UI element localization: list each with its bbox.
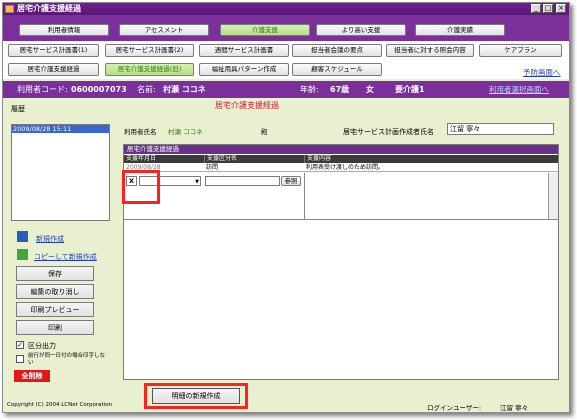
tab-care-plan[interactable]: ケアプラン — [479, 44, 562, 57]
copy-icon — [17, 249, 28, 260]
tab-meeting-points[interactable]: 担当者会議の要点 — [292, 44, 382, 57]
user-sex: 女 — [366, 85, 374, 94]
cancel-edit-button[interactable]: 編集の取り消し — [16, 284, 94, 299]
page-title: 居宅介護支援経過 — [215, 101, 279, 110]
prevention-screen-link[interactable]: 予防画面へ — [523, 67, 561, 78]
row-bottom-border — [124, 219, 558, 220]
tab-weekly-plan[interactable]: 週間サービス計画書 — [199, 44, 289, 57]
chevron-down-icon: ▼ — [195, 179, 199, 185]
col-header-type: 支援区分名 — [204, 155, 304, 163]
user-code-label: 利用者コード: — [17, 85, 68, 94]
name-label: 名前: — [137, 85, 156, 94]
copy-new-link[interactable]: コピーして新規作成 — [34, 252, 97, 262]
login-user: 江留 寧々 — [500, 404, 529, 412]
copyright: Copyright (C) 2004 LCNet Corporation — [7, 402, 113, 408]
history-label: 履歴 — [11, 105, 25, 113]
user-info-bar: 利用者コード: 0600007073 名前: 村瀬 ココネ 年齢: 67歳 女 … — [3, 81, 569, 98]
support-type-input[interactable] — [205, 176, 280, 186]
minimize-button[interactable]: _ — [531, 4, 541, 13]
tab-support-progress-old[interactable]: 居宅介護支援経過(旧) — [105, 63, 194, 76]
column-divider — [304, 173, 305, 220]
content-scrollbar[interactable] — [548, 173, 558, 219]
user-select-link[interactable]: 利用者選択画面へ — [489, 81, 549, 98]
user-name: 村瀬 ココネ — [163, 85, 206, 94]
save-button[interactable]: 保存 — [16, 266, 94, 281]
sub-menu: 居宅サービス計画書(1) 居宅サービス計画書(2) 週間サービス計画書 担当者会… — [3, 41, 569, 79]
menu-care-results[interactable]: 介護実績 — [415, 24, 505, 36]
row-content: 利用表受け渡しのため訪問。 — [306, 164, 385, 171]
tab-inquiry[interactable]: 担当者に対する照会内容 — [386, 44, 474, 57]
history-item[interactable]: 2009/08/28 15:11 — [12, 125, 109, 133]
user-name-label: 利用者氏名 — [124, 128, 157, 136]
creator-name-input[interactable]: 江留 寧々 — [447, 123, 554, 135]
menu-assessment[interactable]: アセスメント — [119, 24, 209, 36]
tab-client-schedule[interactable]: 顧客スケジュール — [292, 63, 382, 76]
menu-higher-support[interactable]: より高い支援 — [316, 24, 406, 36]
user-code: 0600007073 — [71, 85, 127, 94]
same-day-checkbox[interactable] — [16, 355, 24, 363]
tab-support-progress[interactable]: 居宅介護支援経過 — [8, 63, 99, 76]
age-label: 年齢: — [300, 85, 319, 94]
col-header-date: 支援年月日 — [124, 155, 204, 163]
new-link[interactable]: 新規作成 — [36, 234, 64, 244]
table-row[interactable]: 2009/08/28 訪問 利用表受け渡しのため訪問。 — [124, 163, 558, 172]
care-level: 要介護1 — [395, 85, 425, 94]
honorific: 殿 — [261, 128, 268, 136]
user-age: 67歳 — [330, 85, 350, 94]
maximize-button[interactable]: □ — [543, 4, 553, 13]
tab-care-plan-1[interactable]: 居宅サービス計画書(1) — [8, 44, 99, 57]
menu-care-support[interactable]: 介護支援 — [220, 24, 310, 36]
history-list[interactable]: 2009/08/28 15:11 — [11, 124, 110, 221]
title-bar: 居宅介護支援経過 — [3, 3, 569, 15]
same-day-label: 前行が同一日付の場合印字しない — [28, 353, 106, 366]
section-output-checkbox[interactable]: ✓ — [16, 341, 24, 349]
close-button[interactable]: × — [556, 4, 566, 13]
reference-button[interactable]: 参照 — [281, 176, 301, 186]
progress-panel: 居宅介護支援経過 支援年月日 支援区分名 支援内容 2009/08/28 訪問 … — [123, 144, 559, 380]
login-label: ログインユーザー: — [427, 404, 482, 412]
main-menu: 利用者情報 アセスメント 介護支援 より高い支援 介護実績 — [3, 15, 569, 41]
print-preview-button[interactable]: 印刷プレビュー — [16, 302, 94, 317]
print-button[interactable]: 印刷 — [16, 320, 94, 335]
section-output-label: 区分出力 — [28, 342, 56, 350]
menu-user-info[interactable]: 利用者情報 — [19, 24, 109, 36]
user-name-field: 村瀬 ココネ — [168, 128, 203, 136]
col-header-content: 支援内容 — [304, 155, 558, 163]
new-detail-highlight — [144, 383, 248, 409]
main-window: 居宅介護支援経過 _ □ × 利用者情報 アセスメント 介護支援 より高い支援 … — [2, 2, 570, 413]
tab-care-plan-2[interactable]: 居宅サービス計画書(2) — [105, 44, 194, 57]
panel-title: 居宅介護支援経過 — [124, 145, 558, 154]
row-type: 訪問 — [206, 164, 219, 171]
app-icon — [5, 5, 14, 13]
delete-highlight — [122, 170, 160, 204]
delete-all-button[interactable]: 全削除 — [14, 370, 50, 382]
new-document-icon — [17, 231, 28, 242]
creator-label: 居宅サービス計画作成者氏名 — [343, 128, 434, 136]
tab-welfare-pattern[interactable]: 福祉用具パターン作成 — [199, 63, 289, 76]
window-title: 居宅介護支援経過 — [17, 4, 81, 13]
